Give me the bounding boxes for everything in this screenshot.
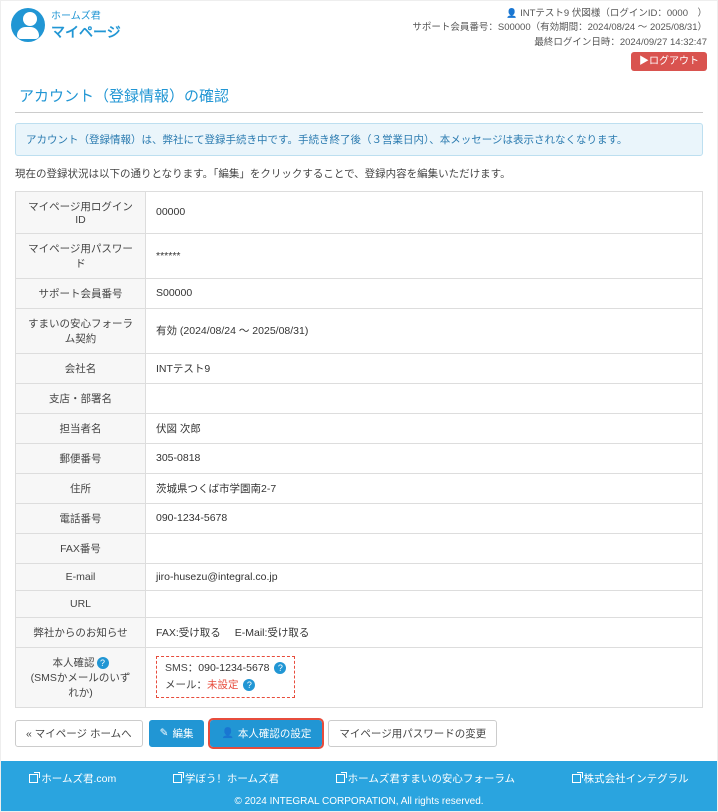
row-value [146,590,703,617]
row-value: 茨城県つくば市学園南2-7 [146,473,703,503]
change-password-button[interactable]: マイページ用パスワードの変更 [328,720,497,747]
row-value: ****** [146,233,703,278]
button-row: « マイページ ホームへ 編集 本人確認の設定 マイページ用パスワードの変更 [15,720,703,747]
login-line: 最終ログイン日時：2024/09/27 14:32:47 [412,36,707,50]
user-line: INTテスト9 伏図様（ログインID：0000 ） [520,8,707,19]
row-label: URL [16,590,146,617]
footer-link-forum[interactable]: ホームズ君すまいの安心フォーラム [336,771,515,786]
footer-copyright: © 2024 INTEGRAL CORPORATION, All rights … [1,792,717,807]
verify-label-b: (SMSかメールのいずれか) [31,672,131,699]
row-value: INTテスト9 [146,353,703,383]
row-label: E-mail [16,563,146,590]
help-icon[interactable]: ? [97,657,109,669]
person-icon [221,727,233,739]
external-link-icon [173,774,182,783]
row-label: 郵便番号 [16,443,146,473]
row-label: すまいの安心フォーラム契約 [16,308,146,353]
row-label: マイページ用ログインID [16,191,146,233]
external-link-icon [572,774,581,783]
row-label: 電話番号 [16,503,146,533]
sms-label: SMS： [165,662,198,674]
row-label: 弊社からのお知らせ [16,617,146,647]
mail-value: 未設定 [207,679,239,691]
header: ホームズ君 マイページ INTテスト9 伏図様（ログインID：0000 ） サポ… [1,1,717,75]
verify-settings-button[interactable]: 本人確認の設定 [210,720,322,747]
row-label: 住所 [16,473,146,503]
mail-label: メール： [165,679,207,691]
row-value: 090-1234-5678 [146,503,703,533]
row-value: jiro-husezu@integral.co.jp [146,563,703,590]
info-banner: アカウント（登録情報）は、弊社にて登録手続き中です。手続き終了後（３営業日内）、… [15,123,703,156]
brand-name: ホームズ君 [51,7,121,22]
brand-sub: マイページ [51,22,121,42]
row-value [146,383,703,413]
external-link-icon [336,774,345,783]
footer: ホームズ君.com 学ぼう！ホームズ君 ホームズ君すまいの安心フォーラム 株式会… [1,761,717,811]
verify-box: SMS：090-1234-5678 ? メール：未設定 ? [156,656,295,698]
row-label: サポート会員番号 [16,278,146,308]
help-icon[interactable]: ? [274,662,286,674]
row-label: 本人確認? (SMSかメールのいずれか) [16,647,146,707]
account-table: マイページ用ログインID00000 マイページ用パスワード****** サポート… [15,191,703,708]
section-title: アカウント（登録情報）の確認 [15,75,703,113]
row-value: 伏図 次郎 [146,413,703,443]
notice-mail: E-Mail:受け取る [235,625,310,640]
row-label: 会社名 [16,353,146,383]
edit-button[interactable]: 編集 [149,720,205,747]
user-icon [506,8,517,19]
row-value: 00000 [146,191,703,233]
support-line: サポート会員番号：S00000（有効期間：2024/08/24 ～ 2025/0… [412,21,707,35]
verify-label-a: 本人確認 [53,657,95,669]
intro-note: 現在の登録状況は以下の通りとなります。「編集」をクリックすることで、登録内容を編… [15,166,703,181]
logo-block: ホームズ君 マイページ [11,7,121,42]
external-link-icon [29,774,38,783]
pencil-icon [160,727,169,739]
row-value: 有効 (2024/08/24 ～ 2025/08/31) [146,308,703,353]
row-label: 支店・部署名 [16,383,146,413]
row-value [146,533,703,563]
row-value: FAX:受け取る E-Mail:受け取る [146,617,703,647]
footer-link-homes[interactable]: ホームズ君.com [29,771,116,786]
row-value: S00000 [146,278,703,308]
logout-button[interactable]: ▶ログアウト [631,52,707,71]
footer-link-integral[interactable]: 株式会社インテグラル [572,771,689,786]
row-value: SMS：090-1234-5678 ? メール：未設定 ? [146,647,703,707]
row-value: 305-0818 [146,443,703,473]
row-label: マイページ用パスワード [16,233,146,278]
logo-icon [11,8,45,42]
row-label: 担当者名 [16,413,146,443]
help-icon[interactable]: ? [243,679,255,691]
header-right: INTテスト9 伏図様（ログインID：0000 ） サポート会員番号：S0000… [412,7,707,71]
back-button[interactable]: « マイページ ホームへ [15,720,143,747]
sms-value: 090-1234-5678 [198,662,269,674]
notice-fax: FAX:受け取る [156,625,221,640]
footer-link-learn[interactable]: 学ぼう！ホームズ君 [173,771,279,786]
row-label: FAX番号 [16,533,146,563]
